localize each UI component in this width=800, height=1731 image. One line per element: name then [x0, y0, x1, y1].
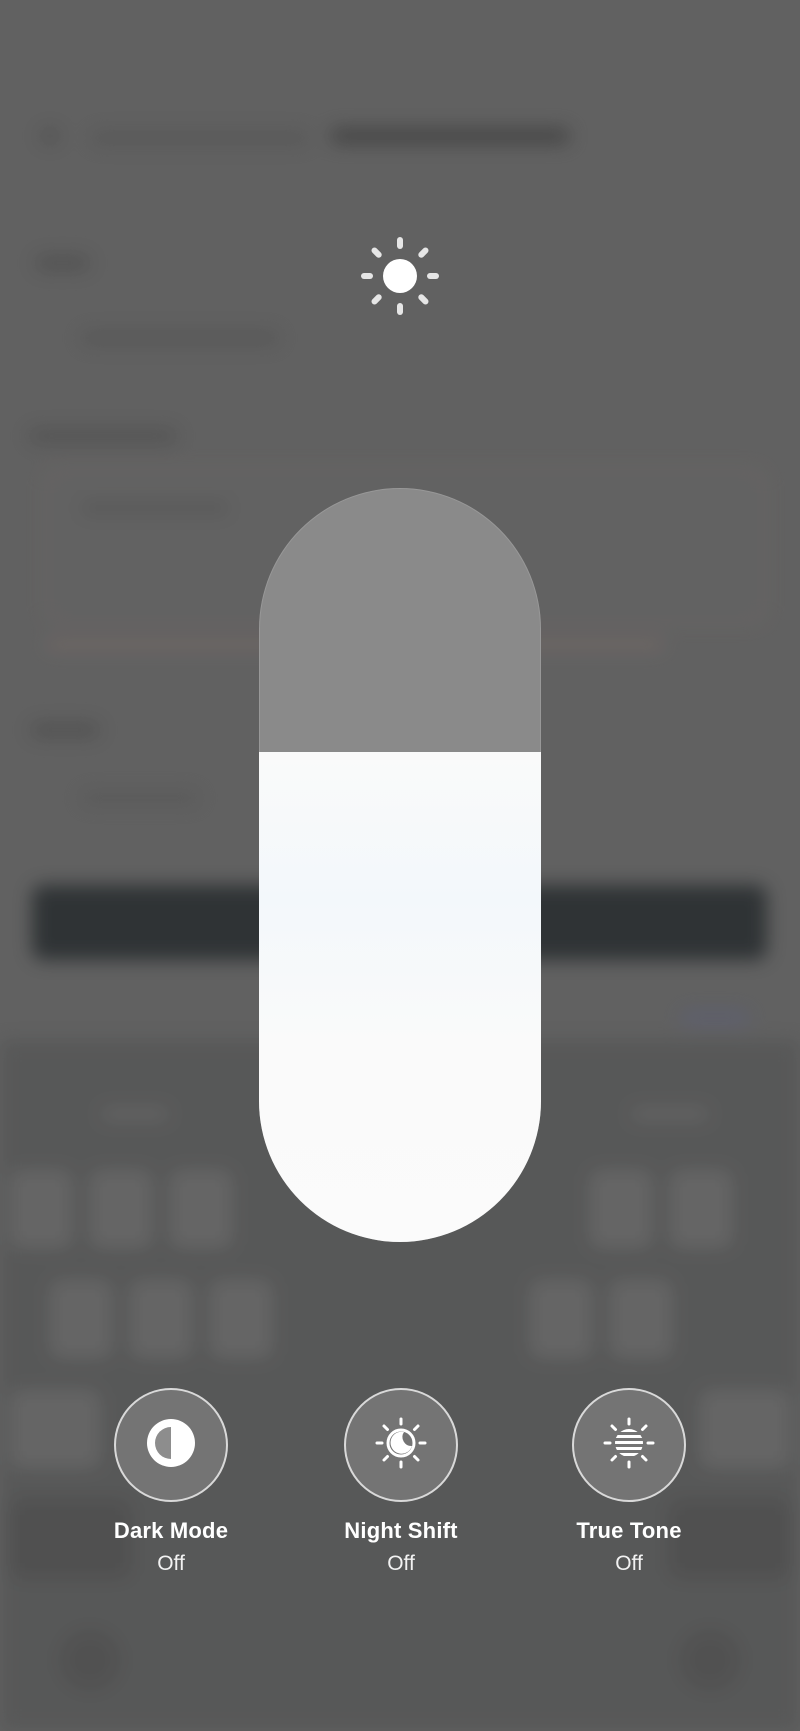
- night-shift-label: Night Shift: [344, 1518, 458, 1543]
- dark-mode-icon: [144, 1416, 198, 1475]
- night-shift-control: Night Shift Off: [301, 1388, 501, 1576]
- dark-mode-button[interactable]: [114, 1388, 228, 1502]
- dark-mode-label: Dark Mode: [113, 1518, 229, 1543]
- dark-mode-control: Dark Mode Off: [71, 1388, 271, 1576]
- true-tone-state: Off: [615, 1552, 643, 1575]
- night-shift-button[interactable]: [344, 1388, 458, 1502]
- true-tone-label: True Tone: [576, 1518, 682, 1543]
- night-shift-icon: [374, 1416, 428, 1475]
- true-tone-button[interactable]: [572, 1388, 686, 1502]
- sun-icon: [360, 236, 440, 316]
- brightness-slider[interactable]: [259, 488, 541, 1242]
- true-tone-control: True Tone Off: [529, 1388, 729, 1576]
- brightness-slider-fill: [259, 751, 541, 1242]
- night-shift-state: Off: [387, 1552, 415, 1575]
- true-tone-icon: [602, 1416, 656, 1475]
- dark-mode-state: Off: [157, 1552, 185, 1575]
